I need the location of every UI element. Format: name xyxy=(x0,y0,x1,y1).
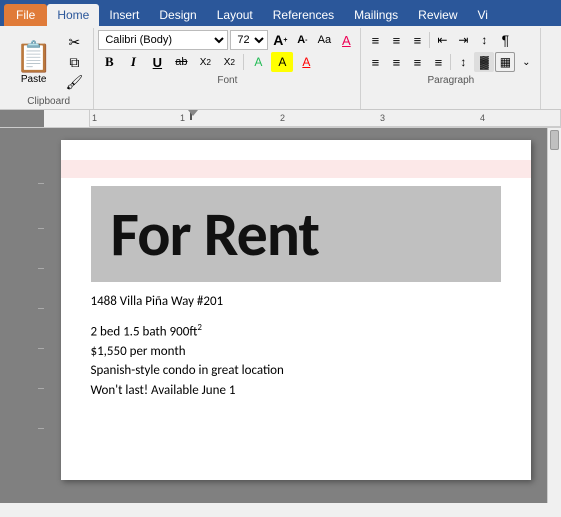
font-grow-button[interactable]: A+ xyxy=(270,30,290,50)
price-line: $1,550 per month xyxy=(91,342,501,362)
change-case-button[interactable]: Aa xyxy=(314,30,334,50)
paragraph-group-label: Paragraph xyxy=(365,74,536,88)
align-left-button[interactable]: ≡ xyxy=(365,52,385,72)
align-right-button[interactable]: ≡ xyxy=(407,52,427,72)
availability-line: Won't last! Available June 1 xyxy=(91,381,501,401)
italic-button[interactable]: I xyxy=(122,52,144,72)
vertical-scrollbar[interactable] xyxy=(547,128,561,503)
tab-review[interactable]: Review xyxy=(408,4,467,26)
clipboard-label: Clipboard xyxy=(8,95,89,109)
scrollbar-thumb[interactable] xyxy=(550,130,559,150)
for-rent-box: For Rent xyxy=(91,186,501,282)
font-size-select[interactable]: 72 xyxy=(230,30,268,50)
paste-icon: 📋 xyxy=(15,41,52,74)
cut-button[interactable]: ✂ xyxy=(61,32,87,52)
para-expand-button[interactable]: ⌄ xyxy=(516,52,536,72)
document-page: For Rent 1488 Villa Piña Way #201 2 bed … xyxy=(61,140,531,480)
increase-indent-button[interactable]: ⇥ xyxy=(453,30,473,50)
clear-formatting-button[interactable]: A xyxy=(336,30,356,50)
tab-mailings[interactable]: Mailings xyxy=(344,4,408,26)
align-center-button[interactable]: ≡ xyxy=(386,52,406,72)
font-color-button[interactable]: A xyxy=(295,52,317,72)
bold-button[interactable]: B xyxy=(98,52,120,72)
main-area: For Rent 1488 Villa Piña Way #201 2 bed … xyxy=(0,128,561,503)
ruler: 1 1 2 3 4 xyxy=(0,110,561,128)
highlight-bar xyxy=(61,160,531,178)
tab-design[interactable]: Design xyxy=(149,4,206,26)
font-shrink-button[interactable]: A- xyxy=(292,30,312,50)
subscript-button[interactable]: X2 xyxy=(194,52,216,72)
show-marks-button[interactable]: ¶ xyxy=(495,30,515,50)
underline-button[interactable]: U xyxy=(146,52,168,72)
tab-layout[interactable]: Layout xyxy=(207,4,263,26)
sort-button[interactable]: ↕ xyxy=(474,30,494,50)
copy-button[interactable]: ⧉ xyxy=(61,52,87,72)
font-group-label: Font xyxy=(98,74,356,88)
paste-button[interactable]: 📋 Paste xyxy=(8,30,59,95)
paragraph-group: ≡ ≡ ≡ ⇤ ⇥ ↕ ¶ ≡ ≡ ≡ ≡ ↕ ▓ ▦ ⌄ Paragraph xyxy=(361,28,541,109)
format-painter-button[interactable]: 🖌 xyxy=(61,73,87,93)
tab-insert[interactable]: Insert xyxy=(99,4,149,26)
address-text: 1488 Villa Piña Way #201 xyxy=(91,294,501,309)
paste-label: Paste xyxy=(21,74,47,85)
line-spacing-button[interactable]: ↕ xyxy=(453,52,473,72)
for-rent-heading: For Rent xyxy=(111,196,320,272)
bed-bath-line: 2 bed 1.5 bath 900ft2 xyxy=(91,321,501,342)
justify-button[interactable]: ≡ xyxy=(428,52,448,72)
superscript-button[interactable]: X2 xyxy=(218,52,240,72)
tab-references[interactable]: References xyxy=(263,4,344,26)
bullets-button[interactable]: ≡ xyxy=(365,30,385,50)
ribbon-remainder xyxy=(541,28,557,109)
clipboard-group: 📋 Paste ✂ ⧉ 🖌 Clipboard xyxy=(4,28,94,109)
ribbon-toolbar: 📋 Paste ✂ ⧉ 🖌 Clipboard Calibri (Body) 7… xyxy=(0,26,561,110)
borders-button[interactable]: ▦ xyxy=(495,52,515,72)
strikethrough-button[interactable]: ab xyxy=(170,52,192,72)
decrease-indent-button[interactable]: ⇤ xyxy=(432,30,452,50)
shading-button[interactable]: ▓ xyxy=(474,52,494,72)
ribbon-tabs: File Home Insert Design Layout Reference… xyxy=(0,0,561,26)
multilevel-button[interactable]: ≡ xyxy=(407,30,427,50)
left-sidebar xyxy=(0,128,44,503)
highlight-color-button[interactable]: A xyxy=(271,52,293,72)
description-line: Spanish-style condo in great location xyxy=(91,361,501,381)
font-group: Calibri (Body) 72 A+ A- Aa A B I U ab X2… xyxy=(94,28,361,109)
tab-home[interactable]: Home xyxy=(47,4,99,26)
text-effects-button[interactable]: A xyxy=(247,52,269,72)
numbering-button[interactable]: ≡ xyxy=(386,30,406,50)
font-name-select[interactable]: Calibri (Body) xyxy=(98,30,228,50)
tab-view[interactable]: Vi xyxy=(468,4,498,26)
tab-file[interactable]: File xyxy=(4,4,47,26)
